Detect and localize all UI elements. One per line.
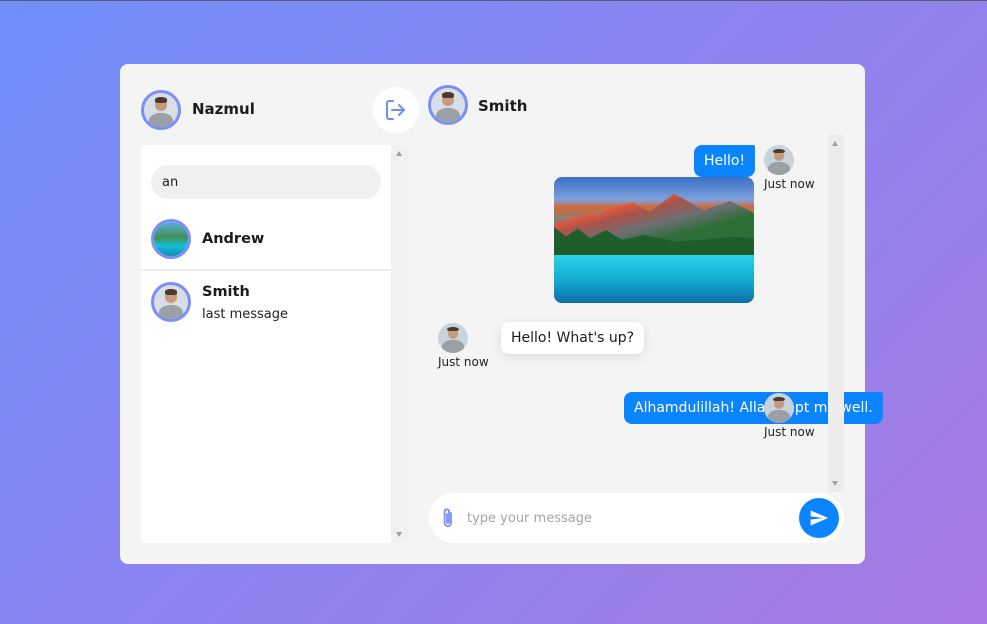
message-image[interactable]	[554, 177, 754, 303]
logout-button[interactable]	[373, 87, 419, 133]
current-user-avatar[interactable]	[141, 90, 181, 130]
sender-avatar	[764, 145, 794, 175]
message-bubble-outgoing: Hello!	[694, 145, 756, 177]
contact-avatar-small	[438, 323, 468, 353]
message-scrollbar[interactable]	[828, 135, 844, 492]
contact-name: Andrew	[202, 231, 265, 247]
message-list: Hello! Just now Just now Hello! What's u…	[427, 135, 883, 492]
send-icon	[810, 510, 829, 526]
message-input[interactable]	[467, 507, 787, 529]
contacts-scrollbar[interactable]	[391, 145, 408, 543]
contact-item-andrew[interactable]: Andrew	[141, 211, 391, 271]
contact-last-message: last message	[202, 307, 289, 322]
contact-item-smith[interactable]: Smith last message	[141, 273, 391, 333]
send-button[interactable]	[799, 498, 839, 538]
message-time: Just now	[764, 425, 815, 439]
scroll-down-arrow-icon[interactable]	[396, 532, 402, 537]
message-time: Just now	[438, 355, 489, 369]
paperclip-icon[interactable]	[440, 507, 456, 529]
logout-icon	[386, 100, 405, 120]
message-time: Just now	[764, 177, 815, 191]
scroll-up-arrow-icon[interactable]	[396, 151, 402, 156]
window-top-border	[0, 0, 987, 1]
sender-avatar	[764, 393, 794, 423]
current-user-name: Nazmul	[192, 100, 255, 118]
chat-contact-name: Smith	[478, 97, 528, 115]
chat-app-card: Nazmul Andrew Smith last message	[120, 64, 883, 564]
message-bubble-incoming: Hello! What's up?	[501, 322, 645, 354]
contact-search-input[interactable]	[151, 165, 381, 199]
scroll-up-arrow-icon[interactable]	[832, 141, 838, 146]
contact-avatar	[151, 219, 191, 259]
message-composer	[429, 493, 844, 543]
contacts-panel: Andrew Smith last message	[141, 145, 408, 543]
scroll-down-arrow-icon[interactable]	[832, 481, 838, 486]
contact-name: Smith	[202, 284, 250, 300]
contact-avatar	[151, 282, 191, 322]
chat-contact-avatar[interactable]	[428, 85, 468, 125]
